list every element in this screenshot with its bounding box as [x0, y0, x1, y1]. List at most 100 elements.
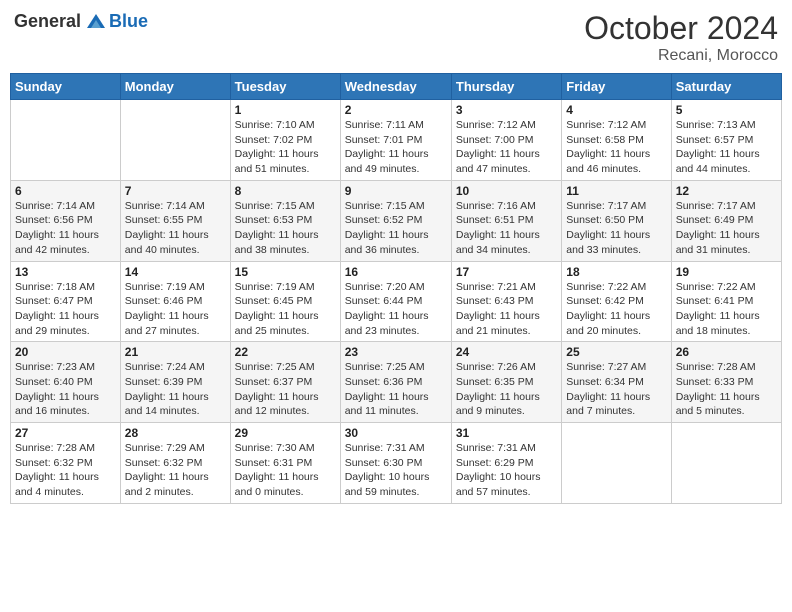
- day-info: Sunrise: 7:21 AM Sunset: 6:43 PM Dayligh…: [456, 280, 557, 339]
- calendar-week-row: 20Sunrise: 7:23 AM Sunset: 6:40 PM Dayli…: [11, 342, 782, 423]
- day-info: Sunrise: 7:14 AM Sunset: 6:56 PM Dayligh…: [15, 199, 116, 258]
- day-info: Sunrise: 7:27 AM Sunset: 6:34 PM Dayligh…: [566, 360, 666, 419]
- calendar-cell: 29Sunrise: 7:30 AM Sunset: 6:31 PM Dayli…: [230, 423, 340, 504]
- calendar-cell: 4Sunrise: 7:12 AM Sunset: 6:58 PM Daylig…: [562, 100, 671, 181]
- day-header-saturday: Saturday: [671, 74, 781, 100]
- day-number: 16: [345, 265, 447, 279]
- day-number: 18: [566, 265, 666, 279]
- calendar-cell: 22Sunrise: 7:25 AM Sunset: 6:37 PM Dayli…: [230, 342, 340, 423]
- calendar-week-row: 27Sunrise: 7:28 AM Sunset: 6:32 PM Dayli…: [11, 423, 782, 504]
- calendar-cell: 16Sunrise: 7:20 AM Sunset: 6:44 PM Dayli…: [340, 261, 451, 342]
- day-info: Sunrise: 7:30 AM Sunset: 6:31 PM Dayligh…: [235, 441, 336, 500]
- day-header-sunday: Sunday: [11, 74, 121, 100]
- calendar-table: SundayMondayTuesdayWednesdayThursdayFrid…: [10, 73, 782, 504]
- calendar-cell: 21Sunrise: 7:24 AM Sunset: 6:39 PM Dayli…: [120, 342, 230, 423]
- day-info: Sunrise: 7:16 AM Sunset: 6:51 PM Dayligh…: [456, 199, 557, 258]
- calendar-week-row: 6Sunrise: 7:14 AM Sunset: 6:56 PM Daylig…: [11, 180, 782, 261]
- day-number: 1: [235, 103, 336, 117]
- day-info: Sunrise: 7:31 AM Sunset: 6:29 PM Dayligh…: [456, 441, 557, 500]
- calendar-cell: 8Sunrise: 7:15 AM Sunset: 6:53 PM Daylig…: [230, 180, 340, 261]
- day-info: Sunrise: 7:10 AM Sunset: 7:02 PM Dayligh…: [235, 118, 336, 177]
- day-number: 23: [345, 345, 447, 359]
- page-header: General Blue October 2024 Recani, Morocc…: [10, 10, 782, 65]
- calendar-cell: [11, 100, 121, 181]
- day-number: 14: [125, 265, 226, 279]
- day-info: Sunrise: 7:28 AM Sunset: 6:32 PM Dayligh…: [15, 441, 116, 500]
- title-block: October 2024 Recani, Morocco: [584, 10, 778, 65]
- day-number: 6: [15, 184, 116, 198]
- calendar-cell: 5Sunrise: 7:13 AM Sunset: 6:57 PM Daylig…: [671, 100, 781, 181]
- day-number: 20: [15, 345, 116, 359]
- day-number: 2: [345, 103, 447, 117]
- calendar-header-row: SundayMondayTuesdayWednesdayThursdayFrid…: [11, 74, 782, 100]
- day-number: 7: [125, 184, 226, 198]
- calendar-cell: 10Sunrise: 7:16 AM Sunset: 6:51 PM Dayli…: [451, 180, 561, 261]
- day-number: 4: [566, 103, 666, 117]
- day-number: 24: [456, 345, 557, 359]
- calendar-cell: 27Sunrise: 7:28 AM Sunset: 6:32 PM Dayli…: [11, 423, 121, 504]
- day-info: Sunrise: 7:15 AM Sunset: 6:53 PM Dayligh…: [235, 199, 336, 258]
- calendar-cell: 12Sunrise: 7:17 AM Sunset: 6:49 PM Dayli…: [671, 180, 781, 261]
- calendar-cell: 17Sunrise: 7:21 AM Sunset: 6:43 PM Dayli…: [451, 261, 561, 342]
- day-info: Sunrise: 7:12 AM Sunset: 7:00 PM Dayligh…: [456, 118, 557, 177]
- day-info: Sunrise: 7:29 AM Sunset: 6:32 PM Dayligh…: [125, 441, 226, 500]
- calendar-cell: 6Sunrise: 7:14 AM Sunset: 6:56 PM Daylig…: [11, 180, 121, 261]
- calendar-cell: 25Sunrise: 7:27 AM Sunset: 6:34 PM Dayli…: [562, 342, 671, 423]
- day-number: 27: [15, 426, 116, 440]
- day-info: Sunrise: 7:17 AM Sunset: 6:50 PM Dayligh…: [566, 199, 666, 258]
- day-info: Sunrise: 7:25 AM Sunset: 6:37 PM Dayligh…: [235, 360, 336, 419]
- logo-blue: Blue: [109, 11, 148, 32]
- calendar-cell: 30Sunrise: 7:31 AM Sunset: 6:30 PM Dayli…: [340, 423, 451, 504]
- calendar-cell: 2Sunrise: 7:11 AM Sunset: 7:01 PM Daylig…: [340, 100, 451, 181]
- day-info: Sunrise: 7:24 AM Sunset: 6:39 PM Dayligh…: [125, 360, 226, 419]
- day-number: 13: [15, 265, 116, 279]
- day-header-monday: Monday: [120, 74, 230, 100]
- day-info: Sunrise: 7:12 AM Sunset: 6:58 PM Dayligh…: [566, 118, 666, 177]
- day-info: Sunrise: 7:11 AM Sunset: 7:01 PM Dayligh…: [345, 118, 447, 177]
- calendar-cell: 14Sunrise: 7:19 AM Sunset: 6:46 PM Dayli…: [120, 261, 230, 342]
- calendar-cell: 20Sunrise: 7:23 AM Sunset: 6:40 PM Dayli…: [11, 342, 121, 423]
- day-info: Sunrise: 7:31 AM Sunset: 6:30 PM Dayligh…: [345, 441, 447, 500]
- day-info: Sunrise: 7:22 AM Sunset: 6:42 PM Dayligh…: [566, 280, 666, 339]
- day-number: 11: [566, 184, 666, 198]
- day-info: Sunrise: 7:22 AM Sunset: 6:41 PM Dayligh…: [676, 280, 777, 339]
- day-info: Sunrise: 7:20 AM Sunset: 6:44 PM Dayligh…: [345, 280, 447, 339]
- day-header-friday: Friday: [562, 74, 671, 100]
- calendar-week-row: 1Sunrise: 7:10 AM Sunset: 7:02 PM Daylig…: [11, 100, 782, 181]
- calendar-cell: 11Sunrise: 7:17 AM Sunset: 6:50 PM Dayli…: [562, 180, 671, 261]
- calendar-cell: 24Sunrise: 7:26 AM Sunset: 6:35 PM Dayli…: [451, 342, 561, 423]
- calendar-cell: 31Sunrise: 7:31 AM Sunset: 6:29 PM Dayli…: [451, 423, 561, 504]
- day-info: Sunrise: 7:23 AM Sunset: 6:40 PM Dayligh…: [15, 360, 116, 419]
- day-header-tuesday: Tuesday: [230, 74, 340, 100]
- day-number: 25: [566, 345, 666, 359]
- calendar-cell: [120, 100, 230, 181]
- day-number: 26: [676, 345, 777, 359]
- logo-icon: [85, 10, 107, 32]
- day-number: 10: [456, 184, 557, 198]
- day-number: 12: [676, 184, 777, 198]
- calendar-cell: 19Sunrise: 7:22 AM Sunset: 6:41 PM Dayli…: [671, 261, 781, 342]
- calendar-cell: 28Sunrise: 7:29 AM Sunset: 6:32 PM Dayli…: [120, 423, 230, 504]
- day-number: 28: [125, 426, 226, 440]
- day-number: 8: [235, 184, 336, 198]
- day-number: 17: [456, 265, 557, 279]
- day-number: 21: [125, 345, 226, 359]
- day-number: 5: [676, 103, 777, 117]
- day-info: Sunrise: 7:18 AM Sunset: 6:47 PM Dayligh…: [15, 280, 116, 339]
- calendar-cell: 26Sunrise: 7:28 AM Sunset: 6:33 PM Dayli…: [671, 342, 781, 423]
- calendar-cell: [671, 423, 781, 504]
- calendar-cell: 9Sunrise: 7:15 AM Sunset: 6:52 PM Daylig…: [340, 180, 451, 261]
- calendar-cell: 7Sunrise: 7:14 AM Sunset: 6:55 PM Daylig…: [120, 180, 230, 261]
- calendar-cell: 23Sunrise: 7:25 AM Sunset: 6:36 PM Dayli…: [340, 342, 451, 423]
- day-info: Sunrise: 7:28 AM Sunset: 6:33 PM Dayligh…: [676, 360, 777, 419]
- day-header-wednesday: Wednesday: [340, 74, 451, 100]
- day-info: Sunrise: 7:17 AM Sunset: 6:49 PM Dayligh…: [676, 199, 777, 258]
- calendar-cell: [562, 423, 671, 504]
- calendar-cell: 1Sunrise: 7:10 AM Sunset: 7:02 PM Daylig…: [230, 100, 340, 181]
- day-number: 9: [345, 184, 447, 198]
- day-info: Sunrise: 7:19 AM Sunset: 6:46 PM Dayligh…: [125, 280, 226, 339]
- calendar-cell: 18Sunrise: 7:22 AM Sunset: 6:42 PM Dayli…: [562, 261, 671, 342]
- day-number: 29: [235, 426, 336, 440]
- location: Recani, Morocco: [584, 47, 778, 65]
- logo: General Blue: [14, 10, 148, 32]
